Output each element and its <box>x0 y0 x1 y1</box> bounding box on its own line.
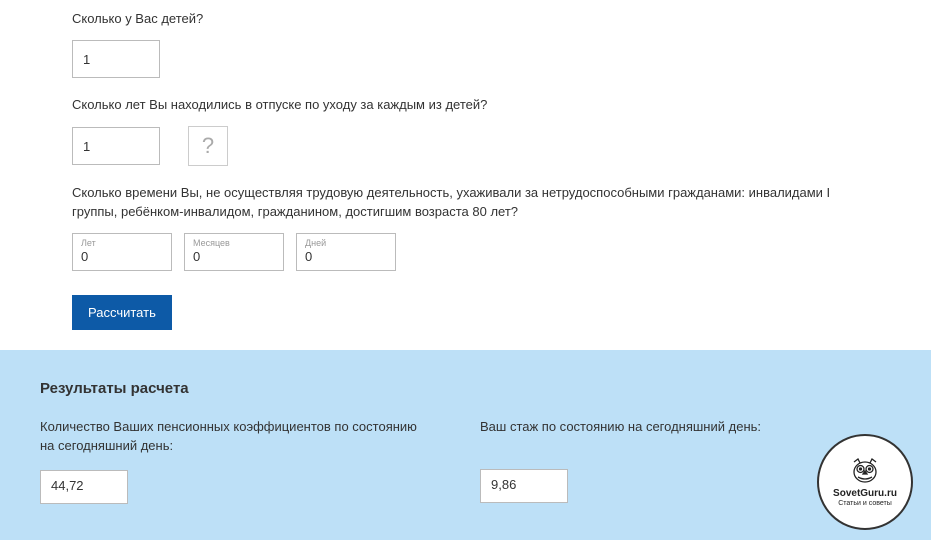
owl-icon <box>848 457 882 485</box>
results-panel: Результаты расчета Количество Ваших пенс… <box>0 350 931 540</box>
watermark-subtitle: Статьи и советы <box>838 500 892 507</box>
care-months-label: Месяцев <box>193 238 275 248</box>
care-months-field[interactable]: Месяцев <box>184 233 284 271</box>
coefficients-label: Количество Ваших пенсионных коэффициенто… <box>40 417 420 456</box>
coefficients-value: 44,72 <box>40 470 128 504</box>
stage-value: 9,86 <box>480 469 568 503</box>
question-mark-icon: ? <box>202 133 214 159</box>
children-input[interactable] <box>72 40 160 78</box>
calculate-button[interactable]: Рассчитать <box>72 295 172 330</box>
question-care-time: Сколько времени Вы, не осуществляя трудо… <box>72 184 859 220</box>
care-days-input[interactable] <box>305 249 387 264</box>
stage-label: Ваш стаж по состоянию на сегодняшний ден… <box>480 417 800 455</box>
care-years-input[interactable] <box>81 249 163 264</box>
watermark-title: SovetGuru.ru <box>833 488 897 499</box>
question-children: Сколько у Вас детей? <box>72 10 859 28</box>
care-years-field[interactable]: Лет <box>72 233 172 271</box>
leave-years-input[interactable] <box>72 127 160 165</box>
watermark-badge: SovetGuru.ru Статьи и советы <box>817 434 913 530</box>
question-leave-years: Сколько лет Вы находились в отпуске по у… <box>72 96 859 114</box>
care-days-label: Дней <box>305 238 387 248</box>
results-title: Результаты расчета <box>40 380 891 397</box>
care-years-label: Лет <box>81 238 163 248</box>
care-months-input[interactable] <box>193 249 275 264</box>
care-days-field[interactable]: Дней <box>296 233 396 271</box>
help-button[interactable]: ? <box>188 126 228 166</box>
